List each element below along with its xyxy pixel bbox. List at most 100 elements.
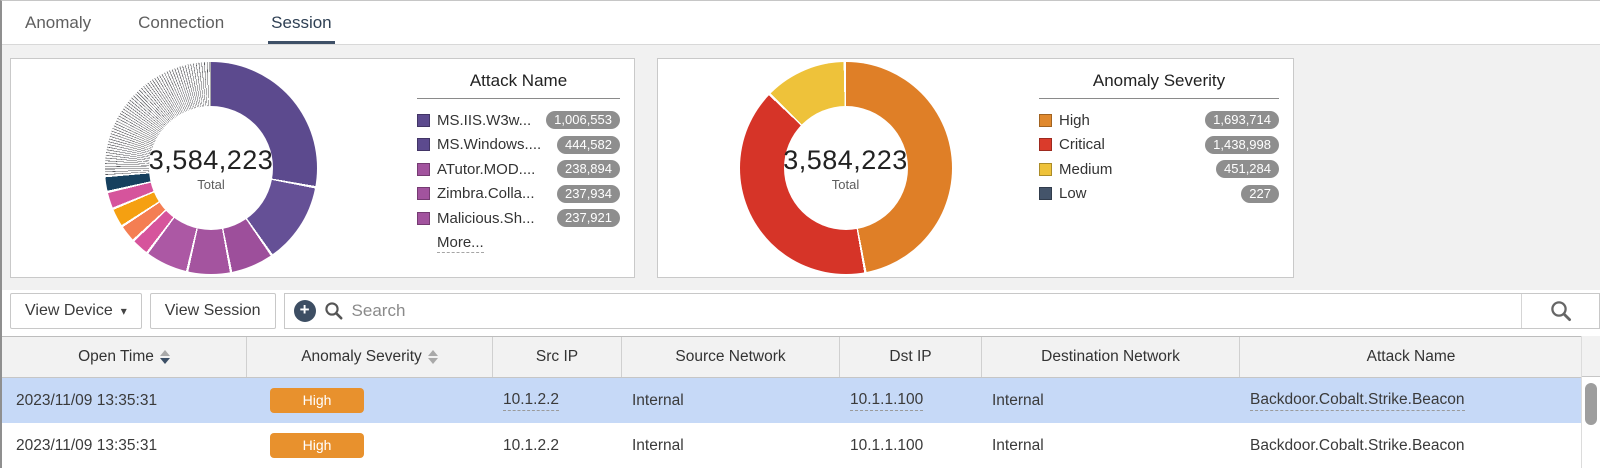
legend-item[interactable]: MS.IIS.W3w... 1,006,553	[417, 108, 620, 133]
column-header-source-network[interactable]: Source Network	[622, 337, 840, 377]
legend-item[interactable]: MS.Windows.... 444,582	[417, 133, 620, 158]
column-header-label: Dst IP	[889, 348, 932, 365]
column-header-label: Destination Network	[1041, 348, 1180, 365]
column-header-open-time[interactable]: Open Time	[2, 337, 247, 377]
view-device-button[interactable]: View Device ▾	[10, 292, 142, 329]
table-scrollbar[interactable]	[1581, 336, 1600, 468]
cell-anomaly-severity: High	[247, 423, 493, 468]
legend-label: ATutor.MOD....	[437, 160, 536, 178]
tab-session[interactable]: Session	[268, 3, 335, 44]
sort-icon	[159, 350, 170, 364]
attack-name-link: Backdoor.Cobalt.Strike.Beacon	[1250, 436, 1465, 454]
legend-swatch-icon	[417, 113, 430, 127]
cell-source-network: Internal	[622, 378, 840, 423]
column-header-dst-ip[interactable]: Dst IP	[840, 337, 982, 377]
column-header-src-ip[interactable]: Src IP	[493, 337, 622, 377]
attack-name-total-label: Total	[197, 176, 225, 192]
legend-item[interactable]: Critical 1,438,998	[1039, 133, 1279, 158]
anomaly-severity-chart-panel: 3,584,223 Total Anomaly Severity High 1,6…	[657, 58, 1294, 278]
search-icon	[324, 301, 343, 320]
legend-count-badge: 237,921	[557, 209, 620, 228]
column-header-label: Source Network	[675, 348, 786, 365]
legend-item[interactable]: ATutor.MOD.... 238,894	[417, 157, 620, 182]
attack-name-chart-panel: 3,584,223 Total Attack Name MS.IIS.W3w..…	[10, 58, 635, 278]
table-header-row: Open Time Anomaly Severity Src IP Source Ne…	[2, 336, 1600, 378]
scrollbar-thumb[interactable]	[1585, 383, 1597, 425]
cell-source-network: Internal	[622, 423, 840, 468]
cell-destination-network: Internal	[982, 378, 1240, 423]
legend-swatch-icon	[1039, 187, 1052, 201]
legend-label: Zimbra.Colla...	[437, 185, 535, 203]
open-time-value: 2023/11/09 13:35:31	[16, 391, 158, 409]
attack-name-legend: Attack Name MS.IIS.W3w... 1,006,553 MS.Win…	[411, 59, 634, 277]
attack-name-donut-chart[interactable]: 3,584,223 Total	[105, 62, 317, 274]
column-header-attack-name[interactable]: Attack Name	[1240, 337, 1583, 377]
search-bar: +	[283, 292, 1600, 329]
sort-asc-icon	[427, 350, 438, 356]
table-row[interactable]: 2023/11/09 13:35:31 High 10.1.2.2 Internal 1…	[2, 378, 1600, 423]
legend-item[interactable]: Medium 451,284	[1039, 157, 1279, 182]
attack-name-total-value: 3,584,223	[148, 144, 274, 175]
cell-dst-ip: 10.1.1.100	[840, 423, 982, 468]
anomaly-severity-donut-zone: 3,584,223 Total	[658, 59, 1033, 277]
legend-count-badge: 1,006,553	[546, 111, 620, 130]
legend-item[interactable]: Zimbra.Colla... 237,934	[417, 182, 620, 207]
anomaly-severity-legend-title: Anomaly Severity	[1039, 71, 1279, 99]
dst-ip-link[interactable]: 10.1.1.100	[850, 391, 924, 411]
legend-count-badge: 444,582	[557, 135, 620, 154]
dst-ip-link: 10.1.1.100	[850, 436, 924, 454]
tab-anomaly[interactable]: Anomaly	[22, 3, 94, 44]
sort-desc-icon	[427, 358, 438, 364]
charts-strip: 3,584,223 Total Attack Name MS.IIS.W3w..…	[2, 45, 1600, 290]
anomaly-severity-donut-chart[interactable]: 3,584,223 Total	[739, 62, 952, 274]
attack-name-link[interactable]: Backdoor.Cobalt.Strike.Beacon	[1250, 391, 1465, 411]
attack-name-legend-items: MS.IIS.W3w... 1,006,553 MS.Windows.... 444,…	[417, 108, 620, 231]
toolbar: View Device ▾ View Session +	[2, 290, 1600, 331]
legend-label: Critical	[1059, 136, 1105, 154]
search-input[interactable]	[351, 293, 1521, 328]
legend-swatch-icon	[1039, 162, 1052, 176]
table-row[interactable]: 2023/11/09 13:35:31 High 10.1.2.2 Internal 1…	[2, 423, 1600, 468]
column-header-destination-network[interactable]: Destination Network	[982, 337, 1240, 377]
legend-label: MS.Windows....	[437, 136, 542, 154]
legend-count-badge: 451,284	[1216, 160, 1279, 179]
anomaly-severity-donut-center: 3,584,223 Total	[783, 106, 908, 230]
legend-item[interactable]: High 1,693,714	[1039, 108, 1279, 133]
legend-label: Malicious.Sh...	[437, 209, 535, 227]
legend-label: Medium	[1059, 160, 1113, 178]
destination-network-value: Internal	[992, 391, 1044, 409]
search-submit-button[interactable]	[1521, 293, 1599, 328]
cell-src-ip: 10.1.2.2	[493, 378, 622, 423]
cell-attack-name: Backdoor.Cobalt.Strike.Beacon	[1240, 378, 1583, 423]
column-header-label: Src IP	[535, 348, 579, 365]
tab-connection[interactable]: Connection	[135, 3, 227, 44]
legend-item[interactable]: Low 227	[1039, 182, 1279, 207]
add-filter-icon[interactable]: +	[293, 299, 316, 322]
sort-icon	[427, 350, 438, 364]
cell-src-ip: 10.1.2.2	[493, 423, 622, 468]
src-ip-link[interactable]: 10.1.2.2	[503, 391, 560, 411]
legend-count-badge: 237,934	[557, 184, 620, 203]
legend-more-link[interactable]: More...	[437, 234, 484, 253]
view-device-label: View Device	[25, 301, 113, 319]
severity-badge: High	[270, 388, 364, 413]
legend-swatch-icon	[1039, 138, 1052, 152]
column-header-anomaly-severity[interactable]: Anomaly Severity	[247, 337, 493, 377]
session-table: Open Time Anomaly Severity Src IP Source Ne…	[2, 336, 1600, 468]
attack-name-donut-center: 3,584,223 Total	[149, 106, 273, 230]
anomaly-severity-legend-items: High 1,693,714 Critical 1,438,998 Medium 451,…	[1039, 108, 1279, 206]
cell-open-time: 2023/11/09 13:35:31	[2, 423, 247, 468]
cell-destination-network: Internal	[982, 423, 1240, 468]
attack-name-legend-title: Attack Name	[417, 71, 620, 99]
view-session-button[interactable]: View Session	[149, 292, 276, 329]
cell-attack-name: Backdoor.Cobalt.Strike.Beacon	[1240, 423, 1583, 468]
anomaly-severity-legend: Anomaly Severity High 1,693,714 Critical 1,…	[1033, 59, 1293, 277]
legend-label: MS.IIS.W3w...	[437, 111, 532, 129]
src-ip-link: 10.1.2.2	[503, 436, 560, 454]
legend-swatch-icon	[417, 187, 430, 201]
legend-item[interactable]: Malicious.Sh... 237,921	[417, 206, 620, 231]
legend-swatch-icon	[417, 138, 430, 152]
sort-asc-icon	[159, 350, 170, 356]
legend-label: High	[1059, 111, 1090, 129]
column-header-label: Open Time	[78, 348, 154, 365]
